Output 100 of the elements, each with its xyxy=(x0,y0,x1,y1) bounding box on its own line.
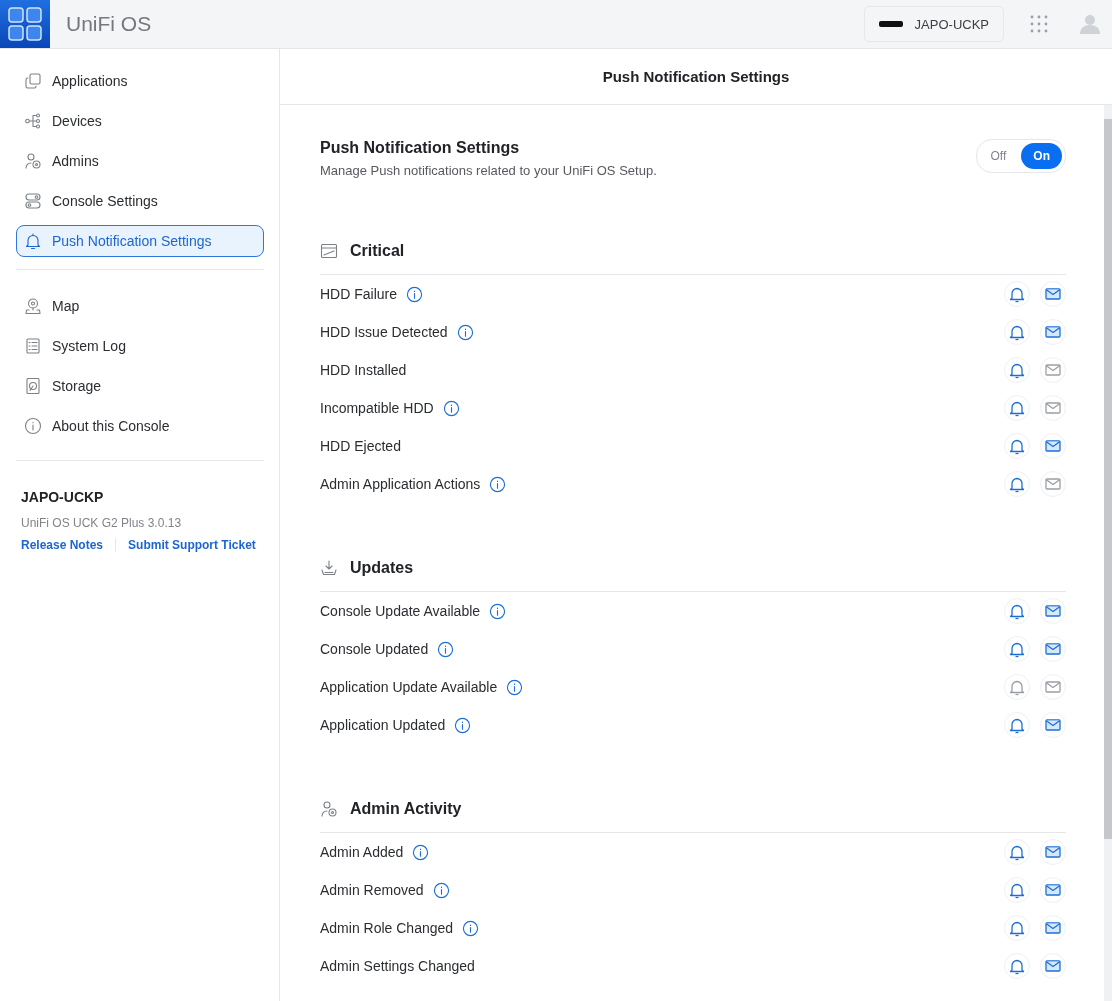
info-icon[interactable] xyxy=(432,881,450,899)
envelope-icon xyxy=(1044,323,1062,341)
unifi-logo[interactable] xyxy=(0,0,50,48)
toggle-option[interactable]: On xyxy=(1021,143,1062,169)
apps-grid-icon[interactable] xyxy=(1030,15,1048,33)
info-icon[interactable] xyxy=(489,475,507,493)
notification-label: Admin Role Changed xyxy=(320,920,454,936)
push-toggle-button[interactable] xyxy=(1004,357,1030,383)
email-toggle-button[interactable] xyxy=(1040,953,1066,979)
sidebar-item[interactable]: Applications xyxy=(16,65,264,97)
push-toggle-button[interactable] xyxy=(1004,712,1030,738)
push-toggle-button[interactable] xyxy=(1004,433,1030,459)
notification-label: Console Update Available xyxy=(320,603,481,619)
sidebar-item[interactable]: Admins xyxy=(16,145,264,177)
info-icon[interactable] xyxy=(442,399,460,417)
info-icon[interactable] xyxy=(456,323,474,341)
push-toggle-button[interactable] xyxy=(1004,674,1030,700)
scrollbar[interactable] xyxy=(1104,105,1112,1001)
support-ticket-link[interactable]: Submit Support Ticket xyxy=(128,538,256,552)
email-toggle-button[interactable] xyxy=(1040,357,1066,383)
info-icon[interactable] xyxy=(462,919,480,937)
bell-icon xyxy=(1008,361,1026,379)
push-toggle-button[interactable] xyxy=(1004,877,1030,903)
push-toggle-button[interactable] xyxy=(1004,953,1030,979)
window-icon xyxy=(320,242,338,260)
users-icon xyxy=(24,152,42,170)
console-device-icon xyxy=(878,20,903,28)
page-header: Push Notification Settings xyxy=(280,49,1112,105)
notification-label: Application Updated xyxy=(320,717,446,733)
sidebar-item[interactable]: Console Settings xyxy=(16,185,264,217)
bell-icon xyxy=(24,232,42,250)
envelope-icon xyxy=(1044,602,1062,620)
notification-label: HDD Installed xyxy=(320,362,407,378)
bell-icon xyxy=(1008,919,1026,937)
email-toggle-button[interactable] xyxy=(1040,839,1066,865)
notification-label: HDD Issue Detected xyxy=(320,324,448,340)
info-icon[interactable] xyxy=(506,678,524,696)
push-toggle-button[interactable] xyxy=(1004,471,1030,497)
settings-title: Push Notification Settings xyxy=(320,139,521,157)
info-icon[interactable] xyxy=(489,602,507,620)
bell-icon xyxy=(1008,285,1026,303)
email-toggle-button[interactable] xyxy=(1040,915,1066,941)
notification-label: Application Update Available xyxy=(320,679,498,695)
notification-label: Console Updated xyxy=(320,641,429,657)
windows-icon xyxy=(24,72,42,90)
bell-icon xyxy=(1008,640,1026,658)
envelope-icon xyxy=(1044,678,1062,696)
push-toggle-button[interactable] xyxy=(1004,319,1030,345)
email-toggle-button[interactable] xyxy=(1040,319,1066,345)
bell-icon xyxy=(1008,323,1026,341)
email-toggle-button[interactable] xyxy=(1040,395,1066,421)
list-icon xyxy=(24,337,42,355)
email-toggle-button[interactable] xyxy=(1040,712,1066,738)
push-toggle-button[interactable] xyxy=(1004,598,1030,624)
info-icon[interactable] xyxy=(437,640,455,658)
push-toggle-button[interactable] xyxy=(1004,395,1030,421)
email-toggle-button[interactable] xyxy=(1040,636,1066,662)
toggles-icon xyxy=(24,192,42,210)
envelope-icon xyxy=(1044,716,1062,734)
console-version: UniFi OS UCK G2 Plus 3.0.13 xyxy=(21,516,183,530)
bell-icon xyxy=(1008,957,1026,975)
info-icon xyxy=(24,417,42,435)
map-pin-icon xyxy=(24,297,42,315)
info-icon[interactable] xyxy=(412,843,430,861)
bell-icon xyxy=(1008,399,1026,417)
push-toggle-button[interactable] xyxy=(1004,281,1030,307)
sidebar-item[interactable]: Storage xyxy=(16,370,264,402)
notification-label: HDD Ejected xyxy=(320,438,401,454)
sidebar-item[interactable]: System Log xyxy=(16,330,264,362)
toggle-option[interactable]: Off xyxy=(979,143,1018,169)
email-toggle-button[interactable] xyxy=(1040,877,1066,903)
email-toggle-button[interactable] xyxy=(1040,433,1066,459)
envelope-icon xyxy=(1044,361,1062,379)
section-title: Admin Activity xyxy=(350,800,462,818)
bell-icon xyxy=(1008,678,1026,696)
section-title: Critical xyxy=(350,242,405,260)
sidebar-item[interactable]: About this Console xyxy=(16,410,264,442)
email-toggle-button[interactable] xyxy=(1040,598,1066,624)
notification-label: Admin Settings Changed xyxy=(320,958,475,974)
info-icon[interactable] xyxy=(454,716,472,734)
topology-icon xyxy=(24,112,42,130)
sidebar-item[interactable]: Map xyxy=(16,290,264,322)
bell-icon xyxy=(1008,437,1026,455)
email-toggle-button[interactable] xyxy=(1040,281,1066,307)
email-toggle-button[interactable] xyxy=(1040,674,1066,700)
notification-label: Admin Added xyxy=(320,844,404,860)
release-notes-link[interactable]: Release Notes xyxy=(21,538,104,552)
info-icon[interactable] xyxy=(406,285,423,303)
sidebar-item[interactable]: Devices xyxy=(16,105,264,137)
envelope-icon xyxy=(1044,957,1062,975)
bell-icon xyxy=(1008,602,1026,620)
sidebar-item[interactable]: Push Notification Settings xyxy=(16,225,264,257)
email-toggle-button[interactable] xyxy=(1040,471,1066,497)
download-tray-icon xyxy=(320,559,338,577)
console-button[interactable]: JAPO-UCKP xyxy=(863,6,1004,42)
push-toggle-button[interactable] xyxy=(1004,839,1030,865)
settings-description: Manage Push notifications related to your UniFi OS Setup. xyxy=(320,163,657,178)
push-toggle-button[interactable] xyxy=(1004,915,1030,941)
envelope-icon xyxy=(1044,843,1062,861)
push-toggle-button[interactable] xyxy=(1004,636,1030,662)
